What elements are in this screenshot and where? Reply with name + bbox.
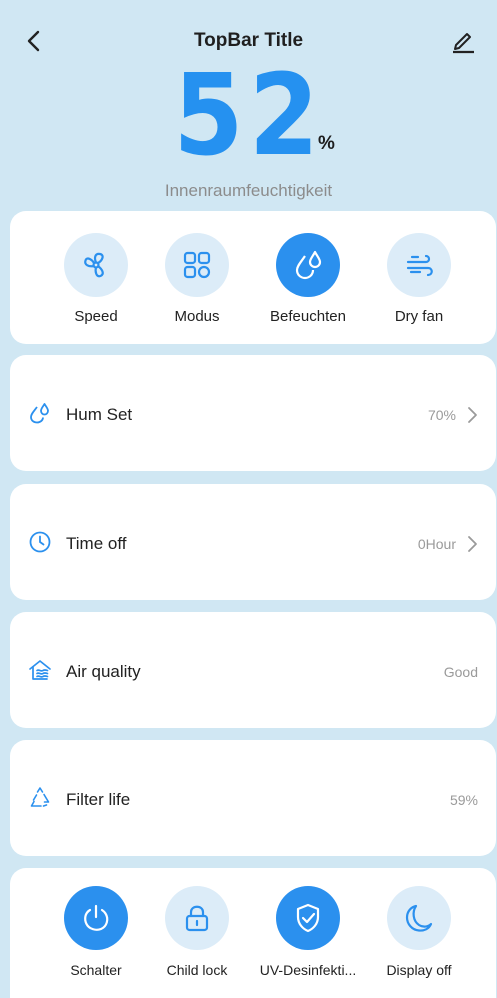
row-label: Air quality: [66, 662, 141, 681]
clock-icon: [29, 531, 51, 553]
mode-circle: [387, 233, 451, 297]
grid-mode-icon: [183, 251, 211, 279]
row-label: Hum Set: [66, 405, 133, 424]
shield-check-icon: [296, 903, 320, 933]
mode-circle: [64, 233, 128, 297]
row-value: Good: [443, 664, 478, 680]
wind-icon: [406, 254, 433, 277]
control-circle: [387, 886, 451, 950]
control-label: Schalter: [70, 962, 122, 978]
humidity-value-display: 52: [0, 60, 497, 172]
control-label: Child lock: [166, 962, 228, 978]
fan-icon: [84, 252, 104, 278]
mode-label: Dry fan: [394, 308, 444, 325]
mode-modus-button[interactable]: Modus: [147, 233, 247, 325]
child-lock-button[interactable]: Child lock: [147, 886, 247, 978]
hum-set-row[interactable]: Hum Set 70%: [10, 355, 496, 471]
page-title: TopBar Title: [193, 30, 304, 51]
bottom-control-bar: Schalter Child lock UV-Desinfekti... Dis…: [10, 868, 496, 998]
mode-circle: [165, 233, 229, 297]
mode-selector-card: Speed Modus Befeuchten Dry fan: [10, 211, 496, 344]
uv-disinfection-button[interactable]: UV-Desinfekti...: [258, 886, 358, 978]
air-quality-house-icon: [29, 660, 51, 680]
mode-label: Modus: [174, 308, 220, 325]
row-value: 59%: [449, 792, 478, 808]
air-quality-row[interactable]: Air quality Good: [10, 612, 496, 728]
chevron-right-icon: [468, 536, 477, 552]
control-label: Display off: [386, 962, 452, 978]
power-button[interactable]: Schalter: [46, 886, 146, 978]
edit-pencil-icon[interactable]: [449, 26, 477, 54]
display-off-button[interactable]: Display off: [369, 886, 469, 978]
row-label: Time off: [66, 534, 127, 553]
control-circle: [165, 886, 229, 950]
mode-dry-fan-button[interactable]: Dry fan: [369, 233, 469, 325]
control-label: UV-Desinfekti...: [259, 962, 357, 978]
row-value: 70%: [427, 407, 456, 423]
mode-circle-active: [276, 233, 340, 297]
row-label: Filter life: [66, 790, 131, 809]
moon-icon: [405, 904, 433, 932]
time-off-row[interactable]: Time off 0Hour: [10, 484, 496, 600]
humidity-drops-icon: [30, 403, 49, 424]
mode-label: Befeuchten: [270, 308, 346, 325]
filter-life-row[interactable]: Filter life 59%: [10, 740, 496, 856]
humidity-value: 52: [172, 51, 325, 181]
mode-befeuchten-button[interactable]: Befeuchten: [258, 233, 358, 325]
power-icon: [84, 904, 109, 931]
chevron-right-icon: [468, 407, 477, 423]
humidity-label: Innenraumfeuchtigkeit: [164, 181, 333, 200]
humidity-unit: %: [318, 133, 335, 154]
humidify-drops-icon: [295, 250, 322, 280]
filter-recycle-icon: [30, 787, 50, 807]
mode-label: Speed: [74, 308, 118, 325]
row-value: 0Hour: [417, 536, 456, 552]
control-circle-active: [276, 886, 340, 950]
control-circle-active: [64, 886, 128, 950]
mode-speed-button[interactable]: Speed: [46, 233, 146, 325]
lock-icon: [185, 905, 209, 932]
